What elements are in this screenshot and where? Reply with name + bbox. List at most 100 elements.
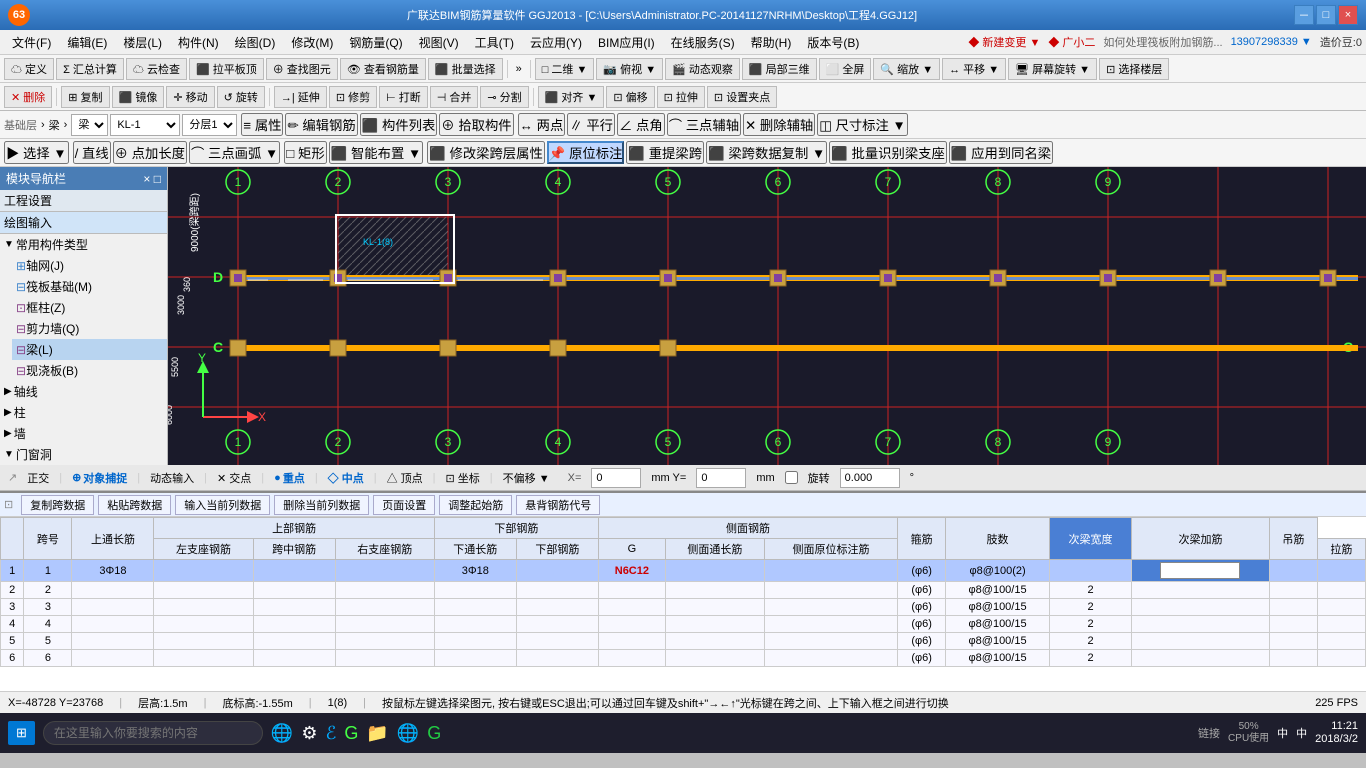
define-btn[interactable]: ☁ 定义 [4,58,54,80]
dynamic-input-btn[interactable]: 动态输入 [150,470,194,486]
fullscreen-btn[interactable]: ⬜ 全屏 [819,58,872,80]
maximize-button[interactable]: □ [1316,5,1336,25]
vertex-snap-btn[interactable]: △ 顶点 [387,470,423,486]
two-point-btn[interactable]: ↔ 两点 [518,113,566,136]
menu-version[interactable]: 版本号(B) [799,32,867,53]
menu-edit[interactable]: 编辑(E) [59,32,115,53]
split-btn[interactable]: ⊸ 分割 [480,86,528,108]
parallel-btn[interactable]: ∥ 平行 [567,113,615,136]
canvas-area[interactable]: 1 2 3 4 5 6 7 8 9 1 2 3 4 [168,167,1366,465]
lift-beam-btn[interactable]: ⬛ 重提梁跨 [626,141,704,164]
rebar-code-btn[interactable]: 悬背钢筋代号 [516,495,600,515]
modify-layer-btn[interactable]: ⬛ 修改梁跨层属性 [427,141,545,164]
taskbar-icon-app5[interactable]: 🌐 [397,723,419,744]
property-btn[interactable]: ≡ 属性 [241,113,283,136]
sidebar-close-btn[interactable]: × □ [143,172,161,186]
find-btn[interactable]: ⊕ 查找图元 [266,58,338,80]
menu-cloud[interactable]: 云应用(Y) [522,32,590,53]
delete-btn[interactable]: ✕ 删除 [4,86,52,108]
taskbar-icon-folder[interactable]: 📁 [366,723,388,744]
menu-component[interactable]: 构件(N) [170,32,227,53]
taskbar-icon-gg[interactable]: ⚙ [301,723,317,744]
taskbar-icon-gd[interactable]: G [344,723,358,744]
close-button[interactable]: × [1338,5,1358,25]
zoom-btn[interactable]: 🔍 缩放 ▼ [873,58,940,80]
y-input[interactable] [696,468,746,488]
view-rebar-btn[interactable]: 👁 查看钢筋量 [340,58,426,80]
start-button[interactable]: ⊞ [8,721,35,745]
menu-bim[interactable]: BIM应用(I) [590,32,663,53]
edit-rebar-btn[interactable]: ✏ 编辑钢筋 [285,113,357,136]
ime-icon[interactable]: 中 [1296,725,1307,741]
sidebar-item-slab[interactable]: ⊟ 现浇板(B) [12,360,167,381]
del-cur-col-btn[interactable]: 删除当前列数据 [274,495,369,515]
pick-comp-btn[interactable]: ⊕ 拾取构件 [439,113,513,136]
taskbar-icon-app6[interactable]: G [427,723,441,744]
point-len-btn[interactable]: ⊕ 点加长度 [113,141,187,164]
dim-btn[interactable]: ◫ 尺寸标注 ▼ [817,113,908,136]
sidebar-item-raft[interactable]: ⊟ 筏板基础(M) [12,276,167,297]
rotate-input[interactable] [840,468,900,488]
rotate-btn[interactable]: ↺ 旋转 [217,86,265,108]
rotate-check[interactable] [785,471,798,484]
member-id-select[interactable]: KL-1 [110,114,180,136]
select-floor-btn[interactable]: ⊡ 选择楼层 [1099,58,1169,80]
sidebar-item-shear-wall[interactable]: ⊟ 剪力墙(Q) [12,318,167,339]
lang-icon[interactable]: 中 [1277,725,1288,741]
comp-list-btn[interactable]: ⬛ 构件列表 [360,113,438,136]
three-arc-btn[interactable]: ⌒ 三点辅轴 [667,113,741,136]
obj-snap-btn[interactable]: ⊕ 对象捕捉 [72,470,127,486]
menu-tools[interactable]: 工具(T) [467,32,522,53]
paste-span-data-btn[interactable]: 粘贴跨数据 [98,495,171,515]
sidebar-item-common-types[interactable]: ▼ 常用构件类型 [0,234,167,255]
break-btn[interactable]: ⊢ 打断 [379,86,428,108]
page-setup-btn[interactable]: 页面设置 [373,495,435,515]
copy-btn[interactable]: ⊞ 复制 [61,86,109,108]
level-select[interactable]: 分层1 [182,114,237,136]
intersect-btn[interactable]: ✕ 交点 [217,470,251,486]
no-offset-btn[interactable]: 不偏移 ▼ [503,470,550,486]
search-input[interactable] [43,721,263,745]
angle-btn[interactable]: ∠ 点角 [617,113,665,136]
align-btn[interactable]: ⬛ 对齐 ▼ [538,86,605,108]
midpoint-snap-btn[interactable]: ● 重点 [274,470,305,486]
center-snap-btn[interactable]: ◇ 中点 [328,470,364,486]
level-top-btn[interactable]: ⬛ 拉平板顶 [189,58,264,80]
local-3d-btn[interactable]: ⬛ 局部三维 [742,58,817,80]
select-btn[interactable]: ▶ 选择 ▼ [4,141,69,164]
origin-mark-btn[interactable]: 📌 原位标注 [547,141,625,164]
top-view-btn[interactable]: 📷 俯视 ▼ [596,58,663,80]
line-btn[interactable]: / 直线 [73,141,111,164]
copy-span-btn[interactable]: ⬛ 梁跨数据复制 ▼ [706,141,827,164]
menu-draw[interactable]: 绘图(D) [227,32,284,53]
member-type-select[interactable]: 梁 [71,114,108,136]
screen-rotate-btn[interactable]: 🖥 屏幕旋转 ▼ [1008,58,1097,80]
setpoint-btn[interactable]: ⊡ 设置夹点 [707,86,777,108]
dynamic-obs-btn[interactable]: 🎬 动态观察 [665,58,740,80]
pan-btn[interactable]: ↔ 平移 ▼ [942,58,1006,80]
ortho-btn[interactable]: 正交 [27,470,49,486]
more-btn[interactable]: » [512,63,526,75]
copy-span-data-btn[interactable]: 复制跨数据 [21,495,94,515]
menu-online[interactable]: 在线服务(S) [663,32,743,53]
batch-select-btn[interactable]: ⬛ 批量选择 [428,58,503,80]
taskbar-icon-browser[interactable]: 🌐 [271,723,293,744]
batch-id-btn[interactable]: ⬛ 批量识别梁支座 [829,141,947,164]
sidebar-item-draw-input[interactable]: 绘图输入 [0,212,167,234]
menu-file[interactable]: 文件(F) [4,32,59,53]
input-cur-col-btn[interactable]: 输入当前列数据 [175,495,270,515]
sidebar-item-project-settings[interactable]: 工程设置 [0,190,167,212]
merge-btn[interactable]: ⊣ 合并 [430,86,479,108]
offset-btn[interactable]: ⊡ 偏移 [606,86,654,108]
mirror-btn[interactable]: ⬛ 镜像 [112,86,165,108]
coord-snap-btn[interactable]: ⊡ 坐标 [446,470,480,486]
rect-btn[interactable]: □ 矩形 [284,141,326,164]
three-arc-btn2[interactable]: ⌒ 三点画弧 ▼ [189,141,280,164]
trim-btn[interactable]: ⊡ 修剪 [329,86,377,108]
sidebar-item-beam[interactable]: ⊟ 梁(L) [12,339,167,360]
apply-same-btn[interactable]: ⬛ 应用到同名梁 [949,141,1053,164]
sidebar-item-opening[interactable]: ▼ 门窗洞 [0,444,167,465]
menu-modify[interactable]: 修改(M) [283,32,341,53]
cloud-check-btn[interactable]: ☁ 云检查 [126,58,187,80]
menu-floor[interactable]: 楼层(L) [115,32,170,53]
